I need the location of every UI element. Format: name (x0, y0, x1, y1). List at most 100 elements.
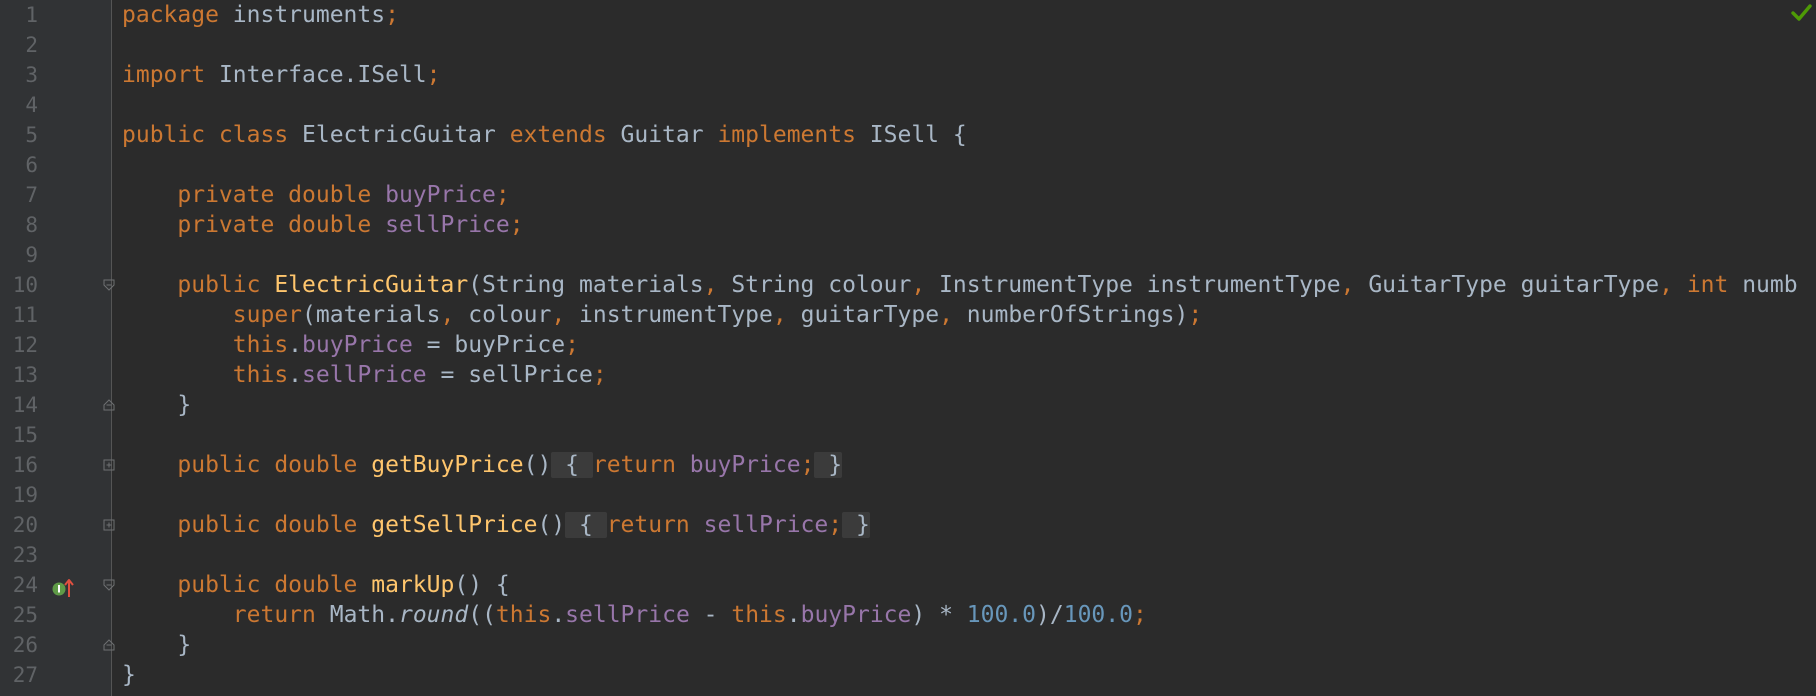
code-token: buyPrice (689, 452, 801, 478)
code-line-text: this.buyPrice = buyPrice; (122, 330, 579, 360)
code-line[interactable]: public double getBuyPrice() { return buy… (112, 450, 1816, 480)
code-line[interactable]: super(materials, colour, instrumentType,… (112, 300, 1816, 330)
code-line[interactable] (112, 540, 1816, 570)
code-line[interactable]: } (112, 390, 1816, 420)
code-token[interactable]: } (814, 452, 843, 478)
code-token: , (772, 302, 801, 328)
code-token: ElectricGuitar (302, 122, 510, 148)
code-line[interactable]: this.sellPrice = sellPrice; (112, 360, 1816, 390)
fold-open-icon[interactable] (103, 579, 115, 591)
code-token: . (288, 332, 303, 358)
code-line[interactable] (112, 150, 1816, 180)
line-number: 13 (12, 363, 38, 387)
code-line[interactable]: import Interface.ISell; (112, 60, 1816, 90)
line-number: 16 (12, 453, 38, 477)
code-line[interactable]: public double getSellPrice() { return se… (112, 510, 1816, 540)
code-token: () (523, 452, 552, 478)
code-token: private double (177, 212, 386, 238)
code-token: this (495, 602, 552, 628)
code-token: . (551, 602, 566, 628)
code-token: this (232, 332, 289, 358)
code-token: getBuyPrice (371, 452, 524, 478)
code-token: , (551, 302, 580, 328)
line-number: 9 (25, 243, 38, 267)
code-token: , (1340, 272, 1369, 298)
code-token: ; (1132, 602, 1147, 628)
code-token: super (232, 302, 303, 328)
code-token: getSellPrice (371, 512, 538, 538)
code-editor[interactable]: package instruments; import Interface.ISe… (0, 0, 1816, 696)
code-line[interactable]: } (112, 660, 1816, 690)
code-token[interactable]: { (565, 512, 607, 538)
code-token: public double (177, 452, 372, 478)
fold-expand-icon[interactable] (103, 519, 115, 531)
line-number: 26 (12, 633, 38, 657)
code-line-text: package instruments; (122, 0, 399, 30)
code-line-text: public class ElectricGuitar extends Guit… (122, 120, 967, 150)
fold-close-icon[interactable] (103, 399, 115, 411)
code-line[interactable] (112, 240, 1816, 270)
code-line[interactable]: } (112, 630, 1816, 660)
code-line[interactable]: public double markUp() { (112, 570, 1816, 600)
code-token: ElectricGuitar (274, 272, 469, 298)
code-token: sellPrice (565, 602, 690, 628)
code-line[interactable]: private double buyPrice; (112, 180, 1816, 210)
code-line[interactable]: return Math.round((this.sellPrice - this… (112, 600, 1816, 630)
code-token: instrumentType (579, 302, 773, 328)
code-token: , (911, 272, 940, 298)
fold-open-icon[interactable] (103, 279, 115, 291)
code-token: ; (385, 2, 399, 28)
line-number: 25 (12, 603, 38, 627)
code-token: public double (177, 512, 372, 538)
code-line[interactable]: this.buyPrice = buyPrice; (112, 330, 1816, 360)
code-line-text: public double markUp() { (122, 570, 510, 600)
line-number: 12 (12, 333, 38, 357)
code-token[interactable]: { (551, 452, 593, 478)
code-line[interactable] (112, 480, 1816, 510)
code-token: guitarType (800, 302, 940, 328)
code-token: . (786, 602, 801, 628)
code-token: colour (468, 302, 552, 328)
line-number: 3 (25, 63, 38, 87)
code-token[interactable]: } (842, 512, 870, 538)
fold-expand-icon[interactable] (103, 459, 115, 471)
code-token: ; (1188, 302, 1203, 328)
code-token: buyPrice (800, 602, 912, 628)
code-token: return (592, 452, 690, 478)
code-line[interactable] (112, 90, 1816, 120)
fold-close-icon[interactable] (103, 639, 115, 651)
line-number: 4 (25, 93, 38, 117)
code-token: = sellPrice (426, 362, 593, 388)
code-line[interactable]: package instruments; (112, 0, 1816, 30)
code-line[interactable]: public class ElectricGuitar extends Guit… (112, 120, 1816, 150)
check-icon (1791, 4, 1812, 21)
implements-method-icon[interactable] (51, 577, 75, 599)
code-line[interactable] (112, 30, 1816, 60)
code-token: sellPrice (385, 212, 510, 238)
code-line-text: } (122, 660, 136, 690)
code-token: 100.0 (966, 602, 1037, 628)
code-token: String colour (731, 272, 912, 298)
code-token: ; (800, 452, 815, 478)
code-token: . (288, 362, 303, 388)
code-token: buyPrice (302, 332, 413, 358)
code-token: ; (426, 62, 441, 88)
line-number: 2 (25, 33, 38, 57)
code-token: implements (717, 122, 870, 148)
code-token: GuitarType guitarType (1368, 272, 1660, 298)
code-token: extends (509, 122, 621, 148)
code-token: () { (454, 572, 510, 598)
code-line[interactable]: private double sellPrice; (112, 210, 1816, 240)
code-token: ISell { (869, 122, 967, 148)
code-line-text: super(materials, colour, instrumentType,… (122, 300, 1202, 330)
code-line[interactable] (112, 420, 1816, 450)
line-number: 6 (25, 153, 38, 177)
code-area[interactable]: package instruments; import Interface.ISe… (112, 0, 1816, 696)
code-token: , (939, 302, 967, 328)
code-line[interactable]: public ElectricGuitar(String materials, … (112, 270, 1816, 300)
code-token: )/ (1036, 602, 1064, 628)
